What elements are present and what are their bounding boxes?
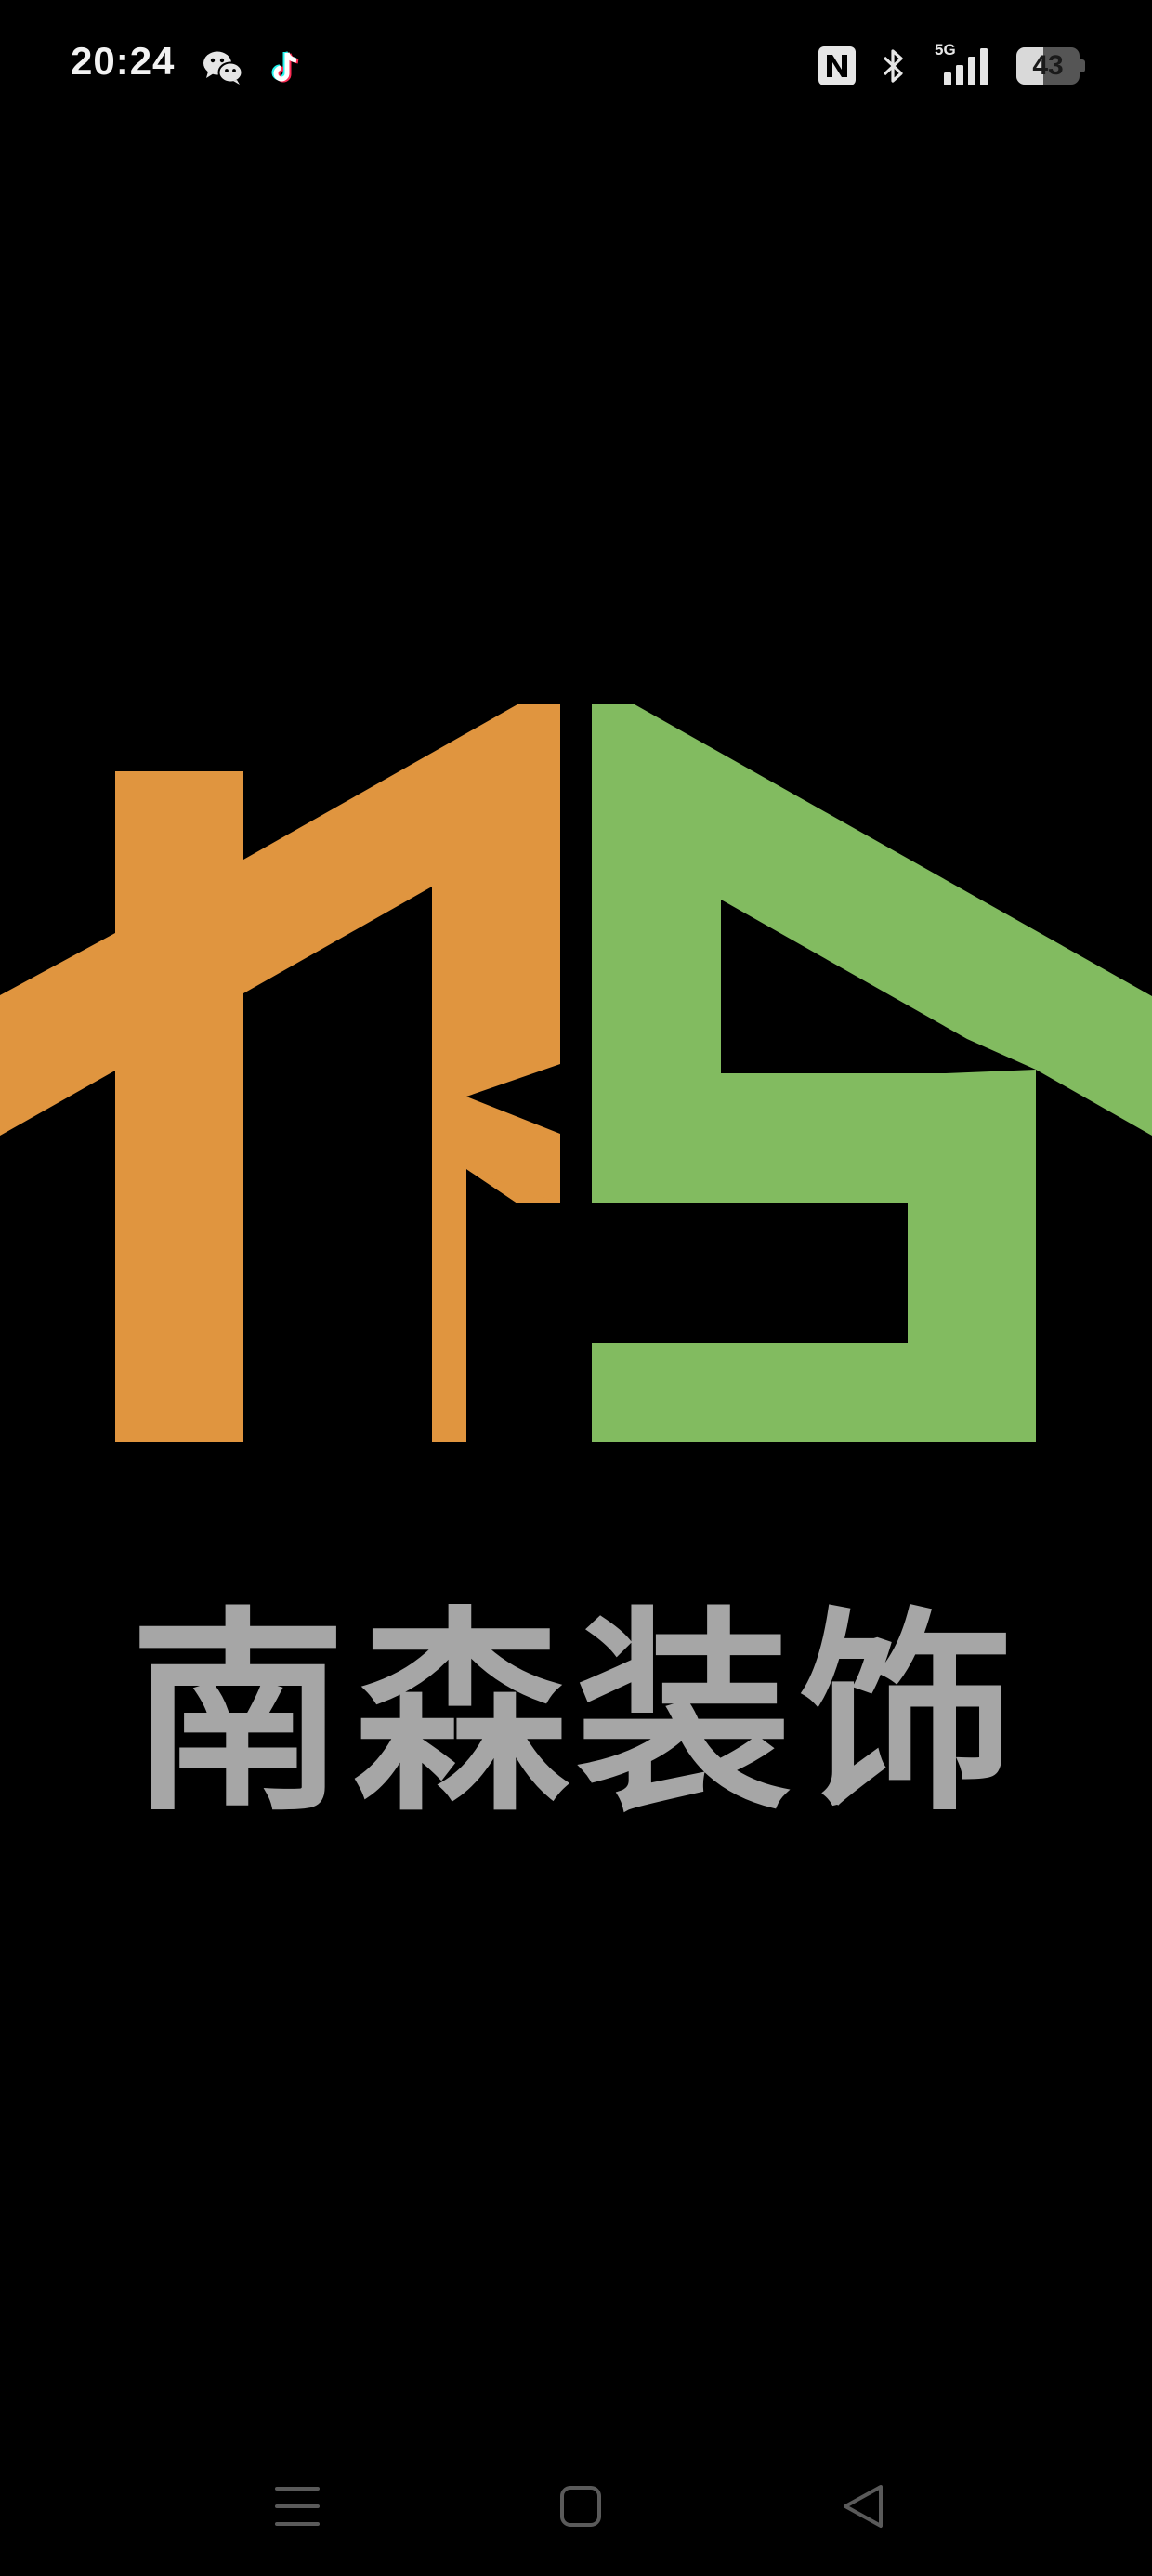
ns-house-logo: [0, 704, 1152, 1442]
notification-icons: [203, 48, 305, 87]
battery-icon: 43: [1016, 47, 1085, 85]
wechat-icon: [203, 51, 243, 85]
status-bar: 20:24 5G 43: [0, 0, 1152, 139]
status-time: 20:24: [71, 39, 176, 83]
signal-5g-icon: 5G: [931, 41, 992, 87]
back-icon[interactable]: [827, 2474, 901, 2539]
bluetooth-icon: [883, 49, 903, 83]
menu-icon[interactable]: [260, 2474, 334, 2539]
home-icon[interactable]: [543, 2474, 618, 2539]
tiktok-icon: [271, 51, 299, 83]
logo-letter-n: [0, 704, 560, 1442]
brand-name: 南森装饰: [129, 1589, 1022, 1840]
system-icons: 5G 43: [818, 41, 1085, 87]
battery-level: 43: [1032, 50, 1064, 81]
logo-letter-s: [592, 704, 1152, 1442]
navigation-bar: [0, 2453, 1152, 2556]
nfc-icon: [818, 46, 856, 85]
